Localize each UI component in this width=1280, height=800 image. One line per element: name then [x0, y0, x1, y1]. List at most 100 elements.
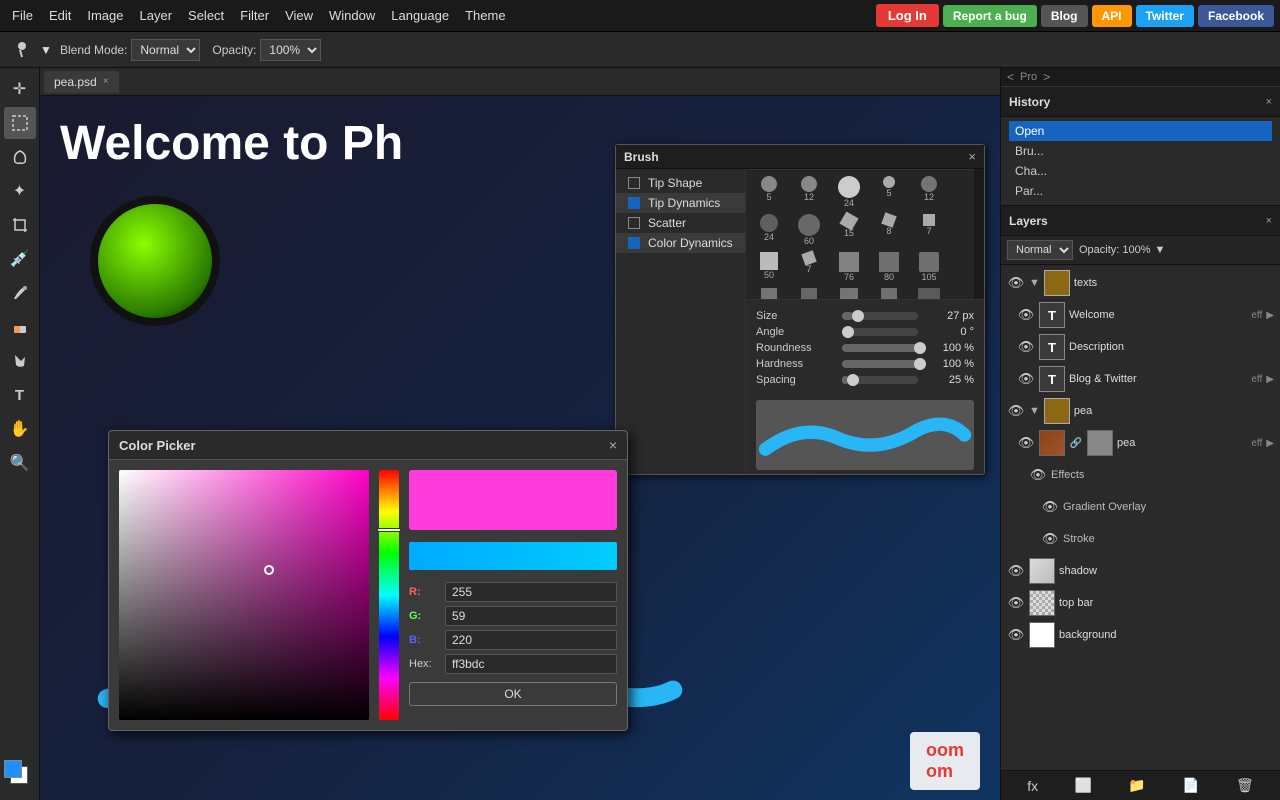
layer-pea-folder[interactable]: 👁 ▼ pea: [1001, 395, 1280, 427]
layer-blog-twitter[interactable]: 👁 T Blog & Twitter eff ▶: [1001, 363, 1280, 395]
preset-11[interactable]: 50: [750, 250, 788, 284]
blog-visibility-icon[interactable]: 👁: [1017, 370, 1035, 388]
layer-gradient-overlay[interactable]: 👁 Gradient Overlay: [1001, 491, 1280, 523]
new-group-button[interactable]: 📁: [1128, 777, 1145, 794]
texts-expand-icon[interactable]: ▼: [1029, 277, 1040, 289]
menu-file[interactable]: File: [4, 4, 41, 27]
lasso-tool[interactable]: [4, 141, 36, 173]
size-thumb[interactable]: [852, 310, 864, 322]
preset-14[interactable]: 80: [870, 250, 908, 284]
menu-view[interactable]: View: [277, 4, 321, 27]
pea-visibility-icon[interactable]: 👁: [1017, 434, 1035, 452]
brush-tool[interactable]: [4, 277, 36, 309]
move-tool[interactable]: ✛: [4, 73, 36, 105]
r-input[interactable]: [445, 582, 617, 602]
history-item-bru[interactable]: Bru...: [1009, 141, 1272, 161]
opacity-select[interactable]: 100%: [260, 39, 321, 61]
preset-13[interactable]: 76: [830, 250, 868, 284]
text-tool[interactable]: T: [4, 379, 36, 411]
fill-tool[interactable]: [4, 345, 36, 377]
scatter-check[interactable]: [628, 217, 640, 229]
gradient-visibility-icon[interactable]: 👁: [1041, 498, 1059, 516]
preset-7[interactable]: 60: [790, 212, 828, 248]
brush-option-tip-shape[interactable]: Tip Shape: [616, 173, 745, 193]
add-mask-button[interactable]: ⬜: [1074, 777, 1091, 794]
preset-17[interactable]: 99: [790, 286, 828, 299]
topbar-visibility-icon[interactable]: 👁: [1007, 594, 1025, 612]
layer-top-bar[interactable]: 👁 top bar: [1001, 587, 1280, 619]
zoom-tool[interactable]: 🔍: [4, 447, 36, 479]
history-item-par[interactable]: Par...: [1009, 181, 1272, 201]
new-layer-button[interactable]: 📄: [1182, 777, 1199, 794]
color-gradient-picker[interactable]: [119, 470, 369, 720]
menu-filter[interactable]: Filter: [232, 4, 277, 27]
brush-option-tip-dynamics[interactable]: Tip Dynamics: [616, 193, 745, 213]
preset-20[interactable]: 149: [910, 286, 948, 299]
menu-image[interactable]: Image: [79, 4, 131, 27]
facebook-button[interactable]: Facebook: [1198, 5, 1274, 27]
pea-layer-arrow[interactable]: ▶: [1266, 438, 1274, 449]
size-slider[interactable]: [842, 312, 918, 320]
roundness-slider[interactable]: [842, 344, 918, 352]
menu-language[interactable]: Language: [383, 4, 457, 27]
add-style-button[interactable]: fx: [1027, 778, 1038, 794]
preset-9[interactable]: 8: [870, 212, 908, 248]
preset-5[interactable]: 12: [910, 174, 948, 210]
background-visibility-icon[interactable]: 👁: [1007, 626, 1025, 644]
brush-option-scatter[interactable]: Scatter: [616, 213, 745, 233]
spacing-slider[interactable]: [842, 376, 918, 384]
layers-blend-mode[interactable]: Normal: [1007, 240, 1073, 260]
effects-visibility-icon[interactable]: 👁: [1029, 466, 1047, 484]
g-input[interactable]: [445, 606, 617, 626]
welcome-visibility-icon[interactable]: 👁: [1017, 306, 1035, 324]
pea-folder-expand-icon[interactable]: ▼: [1029, 405, 1040, 417]
angle-slider[interactable]: [842, 328, 918, 336]
history-panel-close[interactable]: ×: [1266, 96, 1272, 108]
pea-folder-visibility-icon[interactable]: 👁: [1007, 402, 1025, 420]
preset-10[interactable]: 7: [910, 212, 948, 248]
preset-4[interactable]: 5: [870, 174, 908, 210]
brush-type-dropdown[interactable]: ▼: [36, 36, 56, 64]
stroke-visibility-icon[interactable]: 👁: [1041, 530, 1059, 548]
shadow-visibility-icon[interactable]: 👁: [1007, 562, 1025, 580]
layers-panel-close[interactable]: ×: [1266, 215, 1272, 227]
preset-8[interactable]: 15: [830, 212, 868, 248]
canvas-tab-close[interactable]: ×: [103, 76, 109, 87]
spacing-thumb[interactable]: [847, 374, 859, 386]
color-picker-close[interactable]: ×: [609, 437, 617, 453]
opacity-dropdown-icon[interactable]: ▼: [1155, 244, 1166, 256]
delete-layer-button[interactable]: 🗑: [1236, 777, 1254, 794]
panel-prev-button[interactable]: <: [1005, 70, 1016, 84]
wand-tool[interactable]: ✦: [4, 175, 36, 207]
brush-panel-header[interactable]: Brush ×: [616, 145, 984, 169]
preset-15[interactable]: 105: [910, 250, 948, 284]
canvas-tab-pea[interactable]: pea.psd ×: [44, 71, 119, 93]
brush-panel-close[interactable]: ×: [968, 149, 976, 164]
layer-welcome[interactable]: 👁 T Welcome eff ▶: [1001, 299, 1280, 331]
preset-18[interactable]: 100: [830, 286, 868, 299]
brush-preset-scrollbar[interactable]: [974, 169, 984, 299]
menu-window[interactable]: Window: [321, 4, 383, 27]
preset-12[interactable]: 7: [790, 250, 828, 284]
b-input[interactable]: [445, 630, 617, 650]
tip-dynamics-check[interactable]: [628, 197, 640, 209]
panel-next-button[interactable]: >: [1041, 70, 1052, 84]
twitter-button[interactable]: Twitter: [1136, 5, 1194, 27]
history-item-open[interactable]: Open: [1009, 121, 1272, 141]
brush-option-color-dynamics[interactable]: Color Dynamics: [616, 233, 745, 253]
preset-2[interactable]: 12: [790, 174, 828, 210]
report-bug-button[interactable]: Report a bug: [943, 5, 1037, 27]
layer-description[interactable]: 👁 T Description: [1001, 331, 1280, 363]
pea-chain-icon[interactable]: 🔗: [1069, 436, 1083, 450]
menu-theme[interactable]: Theme: [457, 4, 513, 27]
api-button[interactable]: API: [1092, 5, 1132, 27]
preset-6[interactable]: 24: [750, 212, 788, 248]
crop-tool[interactable]: [4, 209, 36, 241]
preset-3[interactable]: 24: [830, 174, 868, 210]
layer-shadow[interactable]: 👁 shadow: [1001, 555, 1280, 587]
hardness-slider[interactable]: [842, 360, 918, 368]
blog-layer-arrow[interactable]: ▶: [1266, 374, 1274, 385]
preset-19[interactable]: 87: [870, 286, 908, 299]
select-tool[interactable]: [4, 107, 36, 139]
layer-effects[interactable]: 👁 Effects: [1001, 459, 1280, 491]
